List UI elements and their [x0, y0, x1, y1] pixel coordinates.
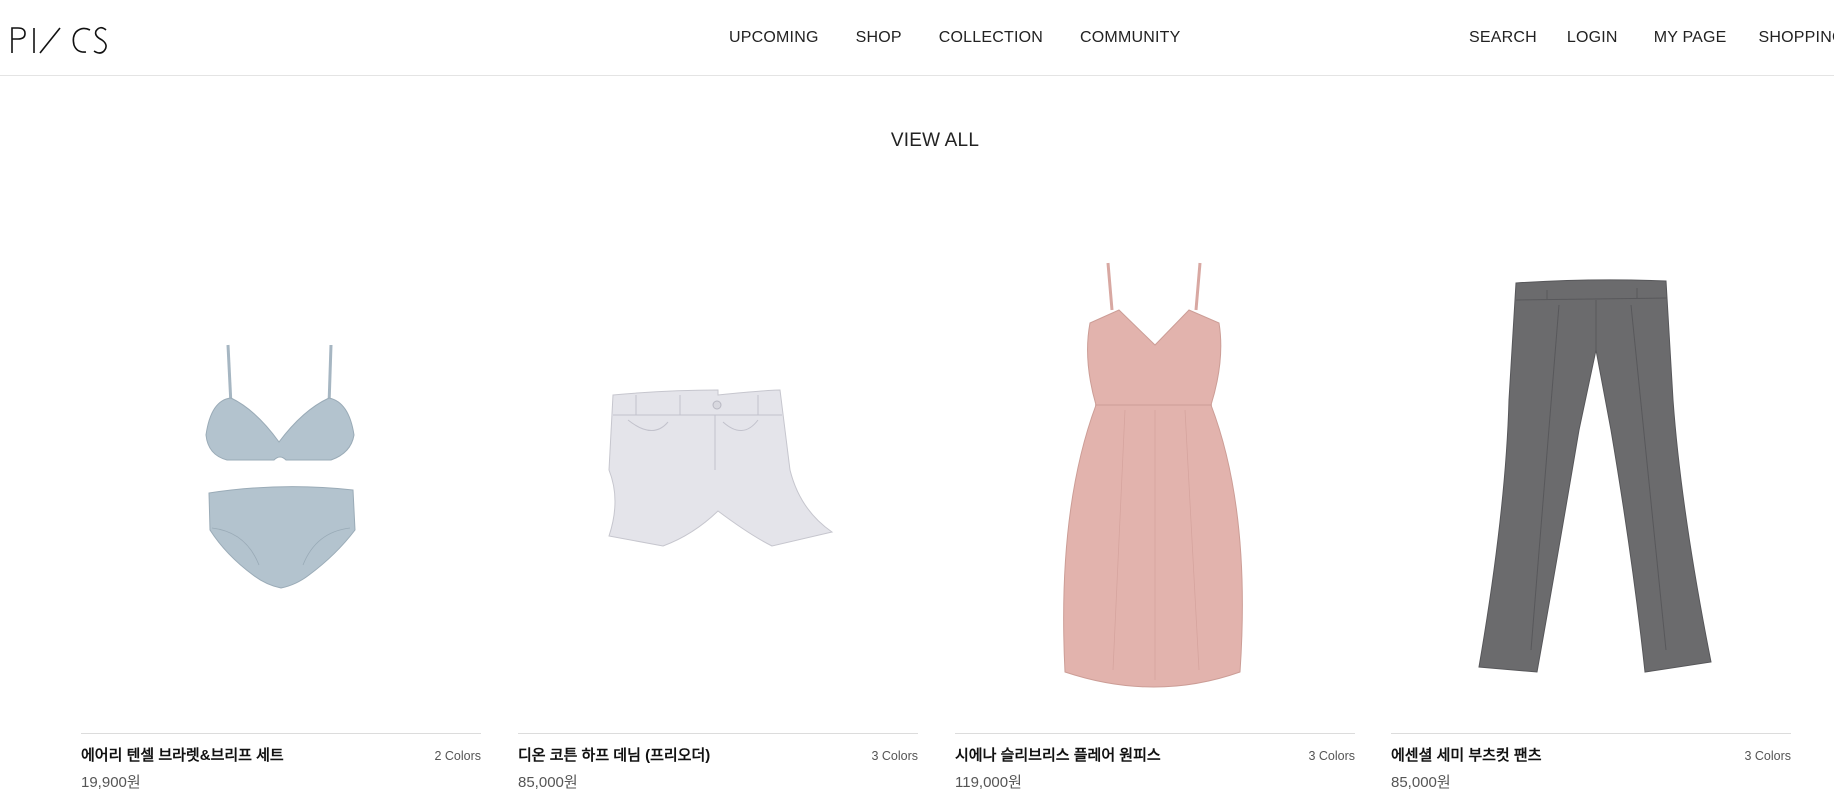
utility-nav: SEARCH LOGIN MY PAGE SHOPPING BAG	[1469, 28, 1834, 48]
product-divider	[81, 733, 481, 734]
product-color-count: 3 Colors	[1308, 749, 1355, 763]
nav-collection[interactable]: COLLECTION	[939, 28, 1043, 48]
site-header: UPCOMING SHOP COLLECTION COMMUNITY SEARC…	[0, 0, 1834, 76]
nav-shop[interactable]: SHOP	[856, 28, 902, 48]
product-divider	[518, 733, 918, 734]
product-card[interactable]: 시에나 슬리브리스 플레어 원피스 3 Colors 119,000원	[955, 210, 1355, 792]
my-page-link[interactable]: MY PAGE	[1654, 28, 1727, 48]
product-image[interactable]	[518, 210, 918, 733]
product-name[interactable]: 에어리 텐셀 브라렛&브리프 세트	[81, 744, 284, 765]
product-name[interactable]: 디온 코튼 하프 데님 (프리오더)	[518, 744, 710, 765]
product-divider	[1391, 733, 1791, 734]
login-link[interactable]: LOGIN	[1567, 28, 1618, 48]
white-denim-shorts-image	[608, 389, 834, 547]
product-image[interactable]	[81, 210, 481, 733]
pink-slip-dress-image	[1063, 262, 1243, 688]
view-all-link[interactable]: VIEW ALL	[0, 130, 1834, 152]
product-image[interactable]	[955, 210, 1355, 733]
product-card[interactable]: 에센셜 세미 부츠컷 팬츠 3 Colors 85,000원	[1391, 210, 1791, 792]
product-color-count: 3 Colors	[1744, 749, 1791, 763]
product-divider	[955, 733, 1355, 734]
product-card[interactable]: 디온 코튼 하프 데님 (프리오더) 3 Colors 85,000원	[518, 210, 918, 792]
product-name[interactable]: 에센셜 세미 부츠컷 팬츠	[1391, 744, 1542, 765]
product-image[interactable]	[1391, 210, 1791, 733]
bralette-brief-set-image	[205, 344, 356, 589]
product-price: 19,900원	[81, 774, 141, 791]
nav-upcoming[interactable]: UPCOMING	[729, 28, 819, 48]
grey-bootcut-pants-image	[1478, 279, 1712, 673]
search-link[interactable]: SEARCH	[1469, 28, 1537, 48]
main-nav: UPCOMING SHOP COLLECTION COMMUNITY	[729, 28, 1217, 48]
nav-community[interactable]: COMMUNITY	[1080, 28, 1180, 48]
product-price: 119,000원	[955, 774, 1022, 791]
brand-logo[interactable]	[10, 22, 110, 58]
product-price: 85,000원	[518, 774, 578, 791]
product-price: 85,000원	[1391, 774, 1451, 791]
product-color-count: 3 Colors	[871, 749, 918, 763]
product-card[interactable]: 에어리 텐셀 브라렛&브리프 세트 2 Colors 19,900원	[81, 210, 481, 792]
product-name[interactable]: 시에나 슬리브리스 플레어 원피스	[955, 744, 1161, 765]
product-color-count: 2 Colors	[434, 749, 481, 763]
shopping-bag-link[interactable]: SHOPPING BAG	[1759, 28, 1834, 48]
